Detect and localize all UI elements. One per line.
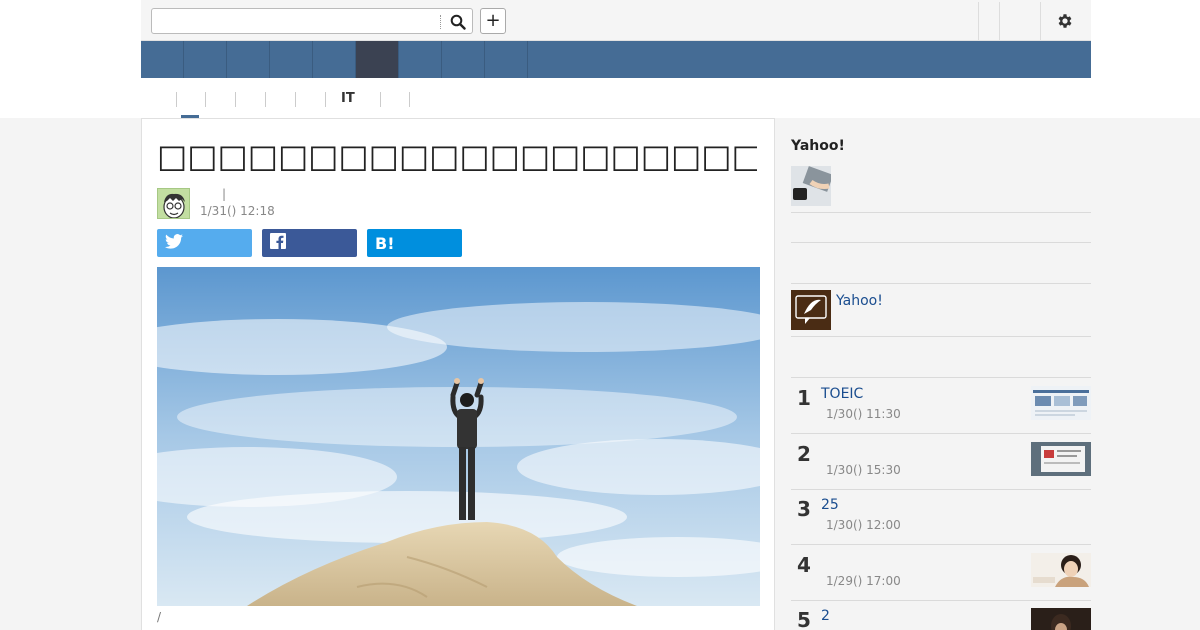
sidebar-divider: [791, 242, 1091, 243]
rank-number: 1: [797, 386, 811, 410]
rank-title[interactable]: 2: [821, 608, 830, 624]
rank-thumbnail[interactable]: [1031, 553, 1091, 587]
sidebar: Yahoo! Yahoo! 1 TOEIC 1/30() 11:30 2 1/3…: [775, 118, 1091, 630]
rank-title[interactable]: 25: [821, 497, 839, 513]
nav-item-active[interactable]: [356, 41, 399, 78]
subnav-divider: [176, 92, 177, 107]
subnav-divider: [325, 92, 326, 107]
ranking-item[interactable]: 1 TOEIC 1/30() 11:30: [791, 378, 1091, 434]
author-separator: |: [222, 187, 227, 201]
rank-date: 1/29() 17:00: [826, 574, 901, 588]
nav-item[interactable]: [227, 41, 270, 78]
subnav-divider: [205, 92, 206, 107]
rank-thumbnail[interactable]: [1031, 608, 1091, 630]
rank-thumbnail[interactable]: [1031, 442, 1091, 476]
search-input[interactable]: [156, 11, 436, 31]
article-date: 1/31() 12:18: [200, 204, 275, 218]
twitter-share-button[interactable]: [157, 229, 252, 257]
hero-image: [157, 267, 760, 606]
sidebar-divider: [791, 283, 1091, 284]
ranking-item[interactable]: 4 1/29() 17:00: [791, 545, 1091, 601]
facebook-share-button[interactable]: [262, 229, 357, 257]
rank-thumbnail[interactable]: [1031, 386, 1091, 420]
subnav-divider: [380, 92, 381, 107]
hatena-bookmark-icon: B!: [375, 233, 395, 253]
nav-item[interactable]: [313, 41, 356, 78]
sidebar-thumbnail[interactable]: [791, 166, 831, 206]
search-icon[interactable]: [448, 12, 468, 32]
category-nav: [141, 41, 1091, 78]
sidebar-divider: [791, 212, 1091, 213]
subnav-divider: [409, 92, 410, 107]
facebook-icon: [270, 233, 286, 253]
toolbar-divider: [999, 2, 1000, 40]
rank-date: 1/30() 11:30: [826, 407, 901, 421]
gear-icon[interactable]: [1054, 10, 1076, 32]
toolbar-divider: [978, 2, 979, 40]
sidebar-divider: [791, 336, 1091, 337]
rank-number: 5: [797, 608, 811, 630]
top-bar: +: [141, 0, 1091, 41]
subnav-item-it[interactable]: IT: [341, 88, 355, 118]
rank-number: 2: [797, 442, 811, 466]
nav-item[interactable]: [399, 41, 442, 78]
ranking-item[interactable]: 3 25 1/30() 12:00: [791, 489, 1091, 545]
nav-item[interactable]: [270, 41, 313, 78]
ranking-item[interactable]: 5 2: [791, 600, 1091, 630]
search-box[interactable]: [151, 8, 473, 34]
image-caption: /: [157, 610, 162, 624]
hatena-bookmark-button[interactable]: B!: [367, 229, 462, 257]
rank-number: 3: [797, 497, 811, 521]
nav-item[interactable]: [184, 41, 227, 78]
rank-title[interactable]: TOEIC: [821, 386, 863, 402]
ranking-item[interactable]: 2 1/30() 15:30: [791, 434, 1091, 490]
yahoo-news-icon[interactable]: [791, 290, 831, 330]
article-title: □□□□□□□□□□□□□□□□□□□□□□□□□□□□□□□□□□□□□□□□…: [157, 137, 757, 175]
rank-number: 4: [797, 553, 811, 577]
subnav-divider: [295, 92, 296, 107]
rank-date: 1/30() 12:00: [826, 518, 901, 532]
toolbar-divider: [1040, 2, 1041, 40]
twitter-icon: [165, 233, 183, 253]
avatar[interactable]: [157, 188, 190, 219]
nav-item[interactable]: [141, 41, 184, 78]
rank-date: 1/30() 15:30: [826, 463, 901, 477]
nav-item[interactable]: [485, 41, 528, 78]
yahoo-link[interactable]: Yahoo!: [836, 293, 883, 309]
search-divider: [440, 15, 441, 29]
sidebar-title: Yahoo!: [791, 138, 845, 154]
subnav-divider: [265, 92, 266, 107]
subnav-divider: [235, 92, 236, 107]
nav-item[interactable]: [442, 41, 485, 78]
add-button[interactable]: +: [480, 8, 506, 34]
article: □□□□□□□□□□□□□□□□□□□□□□□□□□□□□□□□□□□□□□□□…: [141, 118, 775, 630]
